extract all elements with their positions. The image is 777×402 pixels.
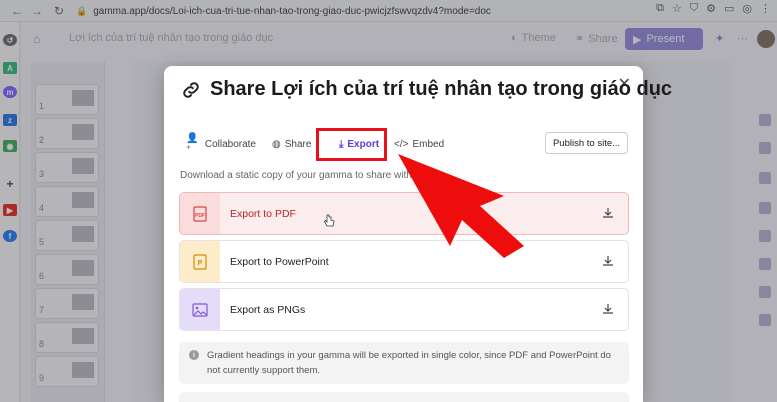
hand-cursor-icon: [324, 214, 335, 227]
publish-button[interactable]: Publish to site...: [545, 132, 628, 154]
info-icon: i: [189, 350, 199, 360]
globe-icon: ◍: [272, 138, 281, 150]
code-icon: </>: [394, 138, 409, 150]
link-icon: [183, 81, 199, 98]
tab-share[interactable]: ◍ Share: [272, 134, 316, 154]
modal-title: Share Lợi ích của trí tuệ nhân tạo trong…: [180, 78, 672, 101]
export-png-label: Export as PNGs: [230, 304, 306, 316]
svg-text:P: P: [198, 260, 203, 267]
pdf-icon-text: PDF: [195, 213, 205, 219]
pdf-icon: PDF: [180, 193, 220, 234]
export-powerpoint-label: Export to PowerPoint: [230, 256, 329, 268]
info-text: Gradient headings in your gamma will be …: [207, 350, 611, 376]
export-png-option[interactable]: Export as PNGs: [179, 288, 629, 331]
tab-collaborate[interactable]: 👤⁺ Collaborate: [186, 133, 256, 155]
download-icon: [603, 304, 613, 314]
secondary-notice: [179, 392, 629, 402]
red-arrow-annotation: [398, 154, 524, 258]
export-highlight-box: [316, 128, 387, 161]
export-pdf-label: Export to PDF: [230, 208, 296, 220]
powerpoint-icon: P: [180, 241, 220, 282]
image-icon: [180, 289, 220, 330]
info-notice: i Gradient headings in your gamma will b…: [179, 342, 629, 384]
download-icon: [603, 208, 613, 218]
download-icon: [603, 256, 613, 266]
add-user-icon: 👤⁺: [186, 133, 199, 155]
